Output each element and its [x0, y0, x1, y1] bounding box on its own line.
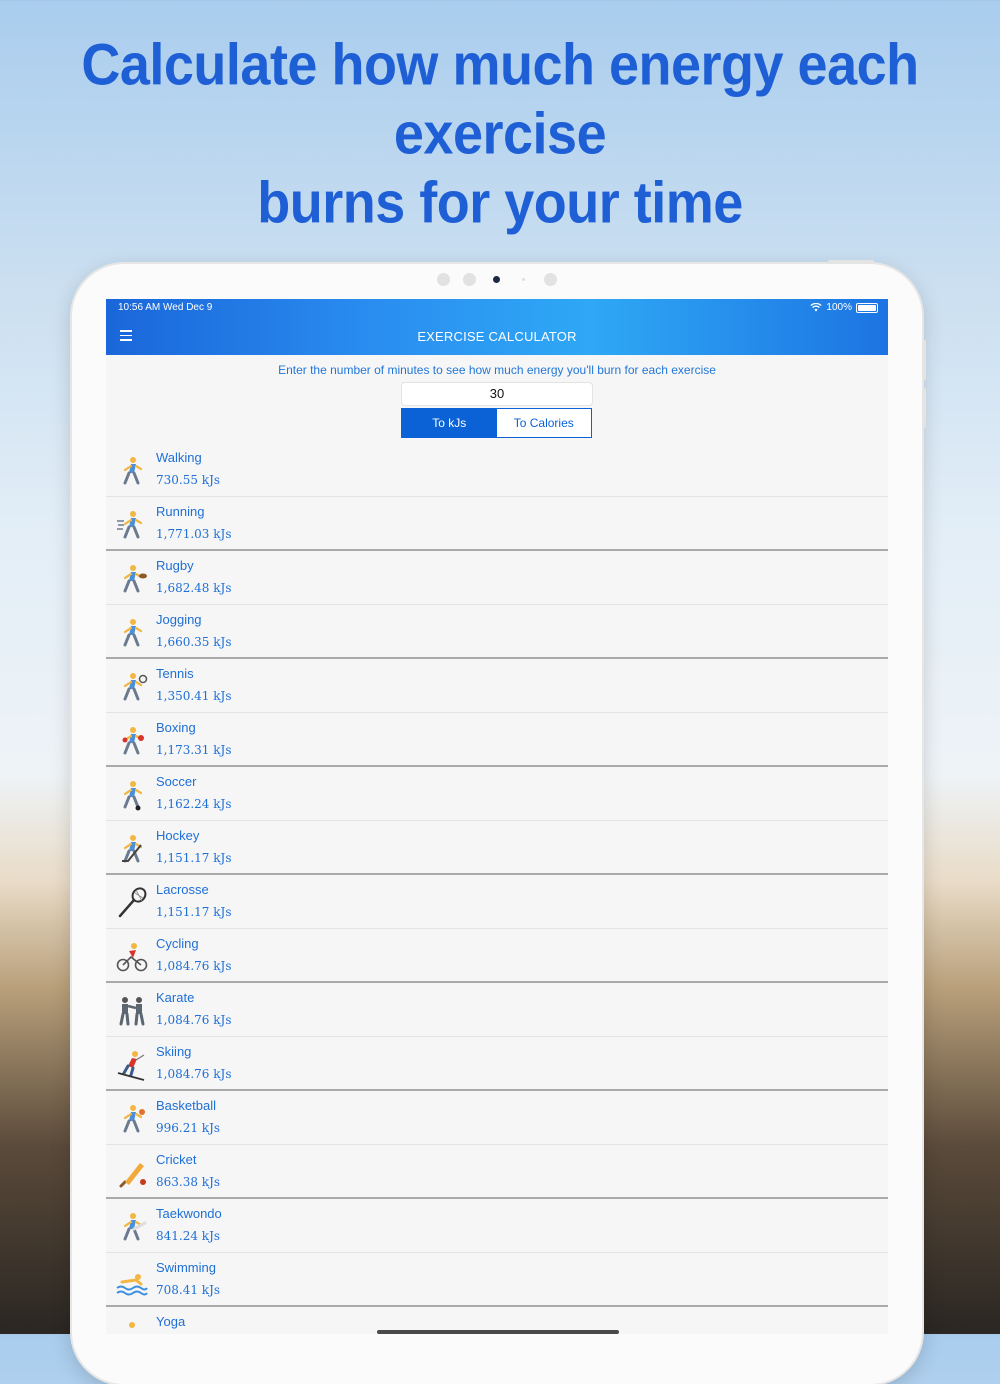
jogging-person-icon: [116, 617, 148, 649]
exercise-row[interactable]: Taekwondo 841.24 kJs: [106, 1199, 888, 1253]
exercise-row[interactable]: Karate 1,084.76 kJs: [106, 983, 888, 1037]
page-title: EXERCISE CALCULATOR: [417, 329, 577, 344]
exercise-energy: 1,173.31 kJs: [156, 743, 232, 757]
exercise-energy: 1,771.03 kJs: [156, 527, 232, 541]
exercise-name: Cycling: [156, 936, 199, 951]
exercise-name: Basketball: [156, 1098, 216, 1113]
power-button: [828, 260, 874, 264]
exercise-row[interactable]: Tennis 1,350.41 kJs: [106, 659, 888, 713]
rugby-player-icon: [116, 563, 148, 595]
soccer-player-icon: [116, 779, 148, 811]
exercise-energy: 1,084.76 kJs: [156, 1013, 232, 1027]
cricket-bat-icon: [116, 1157, 148, 1189]
minutes-input[interactable]: 30: [401, 382, 593, 406]
skier-icon: [116, 1049, 148, 1081]
sensor-dot: [522, 278, 525, 281]
exercise-energy: 1,660.35 kJs: [156, 635, 232, 649]
exercise-energy: 708.41 kJs: [156, 1283, 221, 1297]
exercise-energy: 1,084.76 kJs: [156, 1067, 232, 1081]
exercise-name: Tennis: [156, 666, 194, 681]
exercise-row[interactable]: Boxing 1,173.31 kJs: [106, 713, 888, 767]
exercise-name: Taekwondo: [156, 1206, 222, 1221]
exercise-list: Walking 730.55 kJs Running 1,771.03 kJs …: [106, 443, 888, 1334]
exercise-name: Karate: [156, 990, 195, 1005]
instructions-text: Enter the number of minutes to see how m…: [278, 363, 716, 377]
taekwondo-kick-icon: [116, 1211, 148, 1243]
exercise-row[interactable]: Rugby 1,682.48 kJs: [106, 551, 888, 605]
exercise-name: Hockey: [156, 828, 200, 843]
exercise-name: Walking: [156, 450, 202, 465]
exercise-row[interactable]: Soccer 1,162.24 kJs: [106, 767, 888, 821]
headline: Calculate how much energy each exercise …: [0, 30, 1000, 237]
exercise-row[interactable]: Basketball 996.21 kJs: [106, 1091, 888, 1145]
exercise-energy: 996.21 kJs: [156, 1121, 221, 1135]
exercise-energy: 730.55 kJs: [156, 473, 221, 487]
exercise-energy: 863.38 kJs: [156, 1175, 221, 1189]
yoga-pose-icon: [116, 1319, 148, 1334]
tennis-player-icon: [116, 671, 148, 703]
exercise-name: Rugby: [156, 558, 194, 573]
lacrosse-stick-icon: [116, 887, 148, 919]
exercise-row[interactable]: Running 1,771.03 kJs: [106, 497, 888, 551]
exercise-row[interactable]: Skiing 1,084.76 kJs: [106, 1037, 888, 1091]
wifi-icon: [810, 303, 823, 312]
exercise-name: Skiing: [156, 1044, 192, 1059]
exercise-row[interactable]: Jogging 1,660.35 kJs: [106, 605, 888, 659]
swimmer-icon: [116, 1265, 148, 1297]
exercise-row[interactable]: Walking 730.55 kJs: [106, 443, 888, 497]
exercise-name: Boxing: [156, 720, 196, 735]
sensor-dot: [437, 273, 450, 286]
to-calories-button[interactable]: To Calories: [496, 409, 591, 437]
exercise-energy: 1,162.24 kJs: [156, 797, 232, 811]
home-indicator: [377, 1330, 619, 1334]
exercise-name: Running: [156, 504, 205, 519]
battery-percent: 100%: [826, 302, 852, 313]
headline-line-1: Calculate how much energy each exercise: [81, 32, 919, 167]
basketball-player-icon: [116, 1103, 148, 1135]
headline-line-2: burns for your time: [257, 170, 743, 236]
exercise-energy: 1,084.76 kJs: [156, 959, 232, 973]
walking-person-icon: [116, 455, 148, 487]
exercise-row[interactable]: Swimming 708.41 kJs: [106, 1253, 888, 1307]
sensor-dot: [544, 273, 557, 286]
volume-up-button: [922, 340, 926, 380]
hockey-player-icon: [116, 833, 148, 865]
camera-lens-icon: [493, 276, 500, 283]
exercise-energy: 1,682.48 kJs: [156, 581, 232, 595]
karate-fighters-icon: [116, 995, 148, 1027]
exercise-energy: 841.24 kJs: [156, 1229, 221, 1243]
exercise-name: Lacrosse: [156, 882, 209, 897]
exercise-name: Jogging: [156, 612, 202, 627]
exercise-row[interactable]: Cricket 863.38 kJs: [106, 1145, 888, 1199]
to-kjs-button[interactable]: To kJs: [402, 409, 497, 437]
exercise-name: Cricket: [156, 1152, 197, 1167]
status-time: 10:56 AM Wed Dec 9: [118, 302, 213, 313]
volume-down-button: [922, 388, 926, 428]
running-person-icon: [116, 509, 148, 541]
exercise-row[interactable]: Lacrosse 1,151.17 kJs: [106, 875, 888, 929]
navigation-bar: 10:56 AM Wed Dec 9 100% EXERCISE CALCULA…: [106, 299, 888, 355]
boxer-icon: [116, 725, 148, 757]
exercise-row[interactable]: Cycling 1,084.76 kJs: [106, 929, 888, 983]
status-indicators: 100%: [810, 302, 878, 313]
battery-icon: [856, 302, 878, 313]
exercise-row[interactable]: Hockey 1,151.17 kJs: [106, 821, 888, 875]
app-screen: 10:56 AM Wed Dec 9 100% EXERCISE CALCULA…: [106, 299, 888, 1334]
exercise-energy: 1,350.41 kJs: [156, 689, 232, 703]
exercise-name: Yoga: [156, 1314, 186, 1329]
sensor-dot: [463, 273, 476, 286]
exercise-name: Swimming: [156, 1260, 216, 1275]
cyclist-icon: [116, 941, 148, 973]
exercise-name: Soccer: [156, 774, 197, 789]
exercise-energy: 1,151.17 kJs: [156, 905, 232, 919]
unit-toggle: To kJs To Calories: [401, 408, 592, 438]
exercise-energy: 1,151.17 kJs: [156, 851, 232, 865]
camera-bar: [72, 273, 922, 289]
